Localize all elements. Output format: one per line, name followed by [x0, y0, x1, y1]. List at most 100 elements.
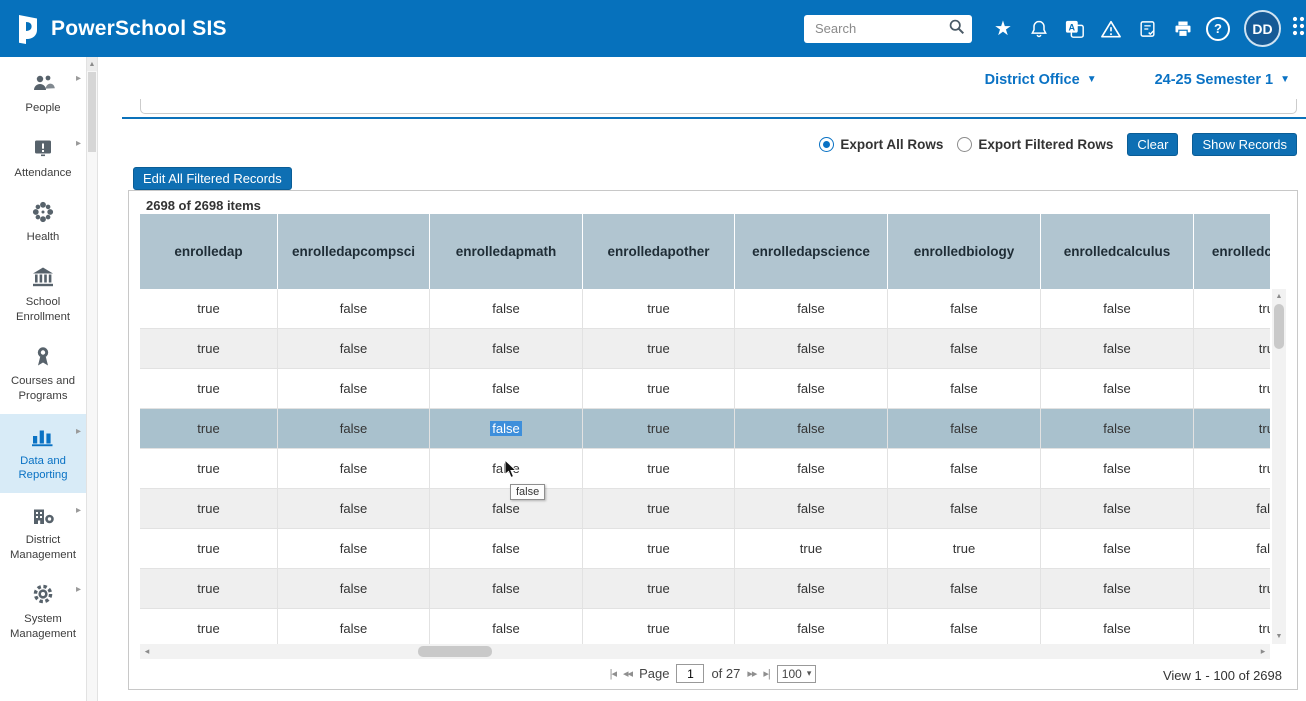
table-cell[interactable]: false: [735, 329, 888, 368]
table-cell[interactable]: false: [1041, 569, 1194, 608]
table-cell[interactable]: false: [1194, 529, 1270, 568]
next-page-icon[interactable]: ▸▸: [747, 667, 756, 680]
sidebar-item-attendance[interactable]: ▸Attendance: [0, 126, 86, 191]
show-records-button[interactable]: Show Records: [1192, 133, 1297, 156]
search-icon[interactable]: [948, 18, 965, 40]
table-cell[interactable]: false: [278, 569, 430, 608]
sidebar-item-data-and-reporting[interactable]: ▸Data and Reporting: [0, 414, 86, 493]
table-cell[interactable]: true: [1194, 569, 1270, 608]
table-row[interactable]: truefalsefalsetruetruetruefalsefalse: [140, 529, 1270, 569]
table-cell[interactable]: true: [140, 289, 278, 328]
horizontal-scroll-thumb[interactable]: [418, 646, 492, 657]
table-cell[interactable]: false: [735, 289, 888, 328]
help-icon[interactable]: ?: [1206, 17, 1230, 41]
edit-all-filtered-records-button[interactable]: Edit All Filtered Records: [133, 167, 292, 190]
table-cell[interactable]: true: [583, 529, 735, 568]
powerschool-logo-icon[interactable]: [14, 13, 42, 45]
previous-page-icon[interactable]: ◂◂: [623, 667, 632, 680]
table-row[interactable]: truefalsefalsetruefalsefalsefalsefalse: [140, 489, 1270, 529]
table-cell[interactable]: false: [430, 409, 583, 448]
table-cell[interactable]: true: [583, 409, 735, 448]
favorites-star-icon[interactable]: ★: [990, 16, 1016, 42]
table-cell[interactable]: false: [888, 369, 1041, 408]
sidebar-item-health[interactable]: Health: [0, 190, 86, 255]
notifications-bell-icon[interactable]: [1026, 16, 1052, 42]
table-row[interactable]: truefalsefalsetruefalsefalsefalsetrue: [140, 289, 1270, 329]
table-cell[interactable]: true: [140, 329, 278, 368]
table-cell[interactable]: true: [140, 609, 278, 644]
scroll-up-icon[interactable]: ▲: [1272, 290, 1286, 303]
column-header-enrolledcalculus[interactable]: enrolledcalculus: [1041, 214, 1194, 289]
table-cell[interactable]: false: [430, 489, 583, 528]
table-cell[interactable]: false: [735, 409, 888, 448]
table-cell[interactable]: true: [735, 529, 888, 568]
column-header-enrolledap[interactable]: enrolledap: [140, 214, 278, 289]
table-cell[interactable]: false: [1041, 609, 1194, 644]
sidebar-scrollbar[interactable]: ▲: [86, 57, 98, 701]
table-cell[interactable]: false: [278, 369, 430, 408]
table-cell[interactable]: true: [583, 369, 735, 408]
table-cell[interactable]: true: [888, 529, 1041, 568]
table-cell[interactable]: false: [430, 289, 583, 328]
table-cell[interactable]: true: [140, 409, 278, 448]
scroll-up-icon[interactable]: ▲: [87, 57, 97, 71]
table-cell[interactable]: true: [583, 289, 735, 328]
table-cell[interactable]: false: [1041, 289, 1194, 328]
table-cell[interactable]: false: [1194, 489, 1270, 528]
table-cell[interactable]: false: [278, 609, 430, 644]
table-cell[interactable]: true: [1194, 449, 1270, 488]
print-icon[interactable]: [1170, 16, 1196, 42]
table-cell[interactable]: false: [888, 449, 1041, 488]
sidebar-item-system-management[interactable]: ▸System Management: [0, 572, 86, 651]
table-cell[interactable]: false: [888, 289, 1041, 328]
table-cell[interactable]: false: [888, 489, 1041, 528]
table-cell[interactable]: true: [140, 569, 278, 608]
table-cell[interactable]: true: [583, 609, 735, 644]
sidebar-item-people[interactable]: ▸People: [0, 61, 86, 126]
table-cell[interactable]: false: [735, 609, 888, 644]
export-all-rows-radio[interactable]: Export All Rows: [819, 137, 943, 152]
school-selector[interactable]: District Office ▼: [985, 72, 1097, 88]
table-cell[interactable]: false: [735, 489, 888, 528]
column-header-enrolledapscience[interactable]: enrolledapscience: [735, 214, 888, 289]
term-selector[interactable]: 24-25 Semester 1 ▼: [1155, 72, 1290, 88]
log-entry-icon[interactable]: [1134, 16, 1160, 42]
table-cell[interactable]: false: [430, 329, 583, 368]
page-number-input[interactable]: [676, 664, 704, 683]
scroll-right-icon[interactable]: ▸: [1256, 644, 1270, 659]
apps-grid-icon[interactable]: [1291, 15, 1306, 42]
table-cell[interactable]: false: [1041, 329, 1194, 368]
column-header-enrolledapmath[interactable]: enrolledapmath: [430, 214, 583, 289]
table-row[interactable]: truefalsefalsetruefalsefalsefalsetrue: [140, 409, 1270, 449]
table-cell[interactable]: true: [140, 489, 278, 528]
column-header-enrolledbiology[interactable]: enrolledbiology: [888, 214, 1041, 289]
table-row[interactable]: truefalsefalsetruefalsefalsefalsetrue: [140, 369, 1270, 409]
table-cell[interactable]: false: [430, 609, 583, 644]
table-cell[interactable]: false: [1041, 449, 1194, 488]
table-cell[interactable]: false: [278, 329, 430, 368]
table-cell[interactable]: false: [735, 369, 888, 408]
first-page-icon[interactable]: |◂: [610, 667, 616, 680]
table-cell[interactable]: false: [430, 369, 583, 408]
table-cell[interactable]: true: [140, 369, 278, 408]
scroll-down-icon[interactable]: ▼: [1272, 630, 1286, 643]
table-cell[interactable]: false: [430, 529, 583, 568]
table-row[interactable]: truefalsefalsetruefalsefalsefalsetrue: [140, 569, 1270, 609]
table-cell[interactable]: false: [735, 449, 888, 488]
table-cell[interactable]: false: [278, 529, 430, 568]
table-cell[interactable]: false: [1041, 369, 1194, 408]
table-cell[interactable]: false: [888, 609, 1041, 644]
table-cell[interactable]: false: [430, 569, 583, 608]
table-cell[interactable]: true: [1194, 609, 1270, 644]
user-avatar[interactable]: DD: [1244, 10, 1281, 47]
table-cell[interactable]: false: [278, 449, 430, 488]
table-row[interactable]: truefalsefalsetruefalsefalsefalsetrue: [140, 329, 1270, 369]
column-header-enrolledapcompsci[interactable]: enrolledapcompsci: [278, 214, 430, 289]
table-row[interactable]: truefalsefalsetruefalsefalsefalsetrue: [140, 449, 1270, 489]
table-row[interactable]: truefalsefalsetruefalsefalsefalsetrue: [140, 609, 1270, 644]
table-cell[interactable]: true: [583, 329, 735, 368]
vertical-scroll-thumb[interactable]: [1274, 304, 1284, 349]
table-cell[interactable]: false: [888, 329, 1041, 368]
table-cell[interactable]: true: [1194, 369, 1270, 408]
scroll-left-icon[interactable]: ◂: [140, 644, 154, 659]
